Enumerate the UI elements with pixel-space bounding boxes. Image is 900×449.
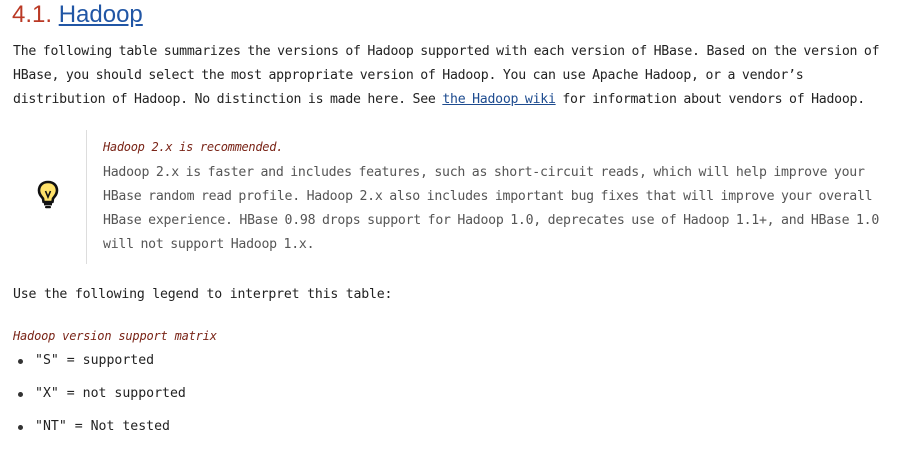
list-item: "NT" = Not tested bbox=[18, 416, 186, 449]
legend-item-text: "NT" = Not tested bbox=[35, 419, 170, 434]
intro-paragraph: The following table summarizes the versi… bbox=[13, 40, 893, 112]
legend-list: "S" = supported "X" = not supported "NT"… bbox=[18, 350, 186, 449]
bullet-icon bbox=[18, 359, 23, 364]
intro-text-after: for information about vendors of Hadoop. bbox=[555, 92, 865, 107]
bullet-icon bbox=[18, 392, 23, 397]
tip-admonition: Hadoop 2.x is recommended. Hadoop 2.x is… bbox=[12, 130, 892, 266]
section-title-link[interactable]: Hadoop bbox=[59, 1, 143, 28]
matrix-title: Hadoop version support matrix bbox=[13, 329, 217, 343]
legend-item-text: "X" = not supported bbox=[35, 386, 186, 401]
hadoop-wiki-link[interactable]: the Hadoop wiki bbox=[442, 92, 556, 107]
legend-item-text: "S" = supported bbox=[35, 353, 155, 368]
bullet-icon bbox=[18, 425, 23, 430]
section-heading: 4.1. Hadoop bbox=[12, 0, 143, 30]
lightbulb-icon bbox=[36, 180, 60, 210]
list-item: "X" = not supported bbox=[18, 383, 186, 416]
list-item: "S" = supported bbox=[18, 350, 186, 383]
tip-content: Hadoop 2.x is recommended. Hadoop 2.x is… bbox=[103, 138, 883, 257]
section-number: 4.1. bbox=[12, 1, 53, 28]
tip-divider bbox=[86, 130, 87, 264]
tip-body: Hadoop 2.x is faster and includes featur… bbox=[103, 165, 880, 252]
legend-intro: Use the following legend to interpret th… bbox=[13, 287, 393, 302]
tip-title: Hadoop 2.x is recommended. bbox=[103, 140, 284, 154]
